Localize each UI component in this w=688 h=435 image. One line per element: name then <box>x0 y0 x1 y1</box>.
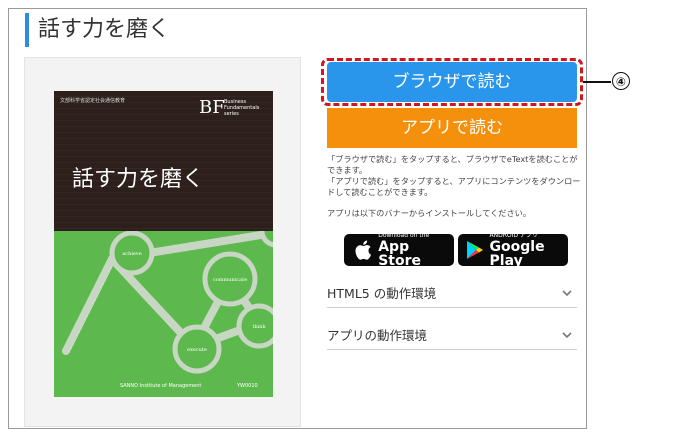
circle-label-execute: execute <box>187 347 207 353</box>
callout-highlight <box>321 58 583 106</box>
google-play-big-text: Google Play <box>489 238 545 269</box>
apple-icon <box>352 239 373 261</box>
instruction-app: 「アプリで読む」をタップすると、アプリにコンテンツをダウンロードして読むことがで… <box>327 176 581 197</box>
cover-series-name: Business Fundamentals series <box>224 99 260 117</box>
accordion-app-environment[interactable]: アプリの動作環境 <box>327 327 577 350</box>
accordion-html5-environment[interactable]: HTML5 の動作環境 <box>327 285 577 308</box>
cover-series-logo: BF <box>199 97 225 118</box>
chevron-down-icon <box>562 290 572 297</box>
chevron-down-icon <box>562 332 572 339</box>
book-cover: achieve communicate think execute 文部科学省認… <box>54 91 273 397</box>
circle-label-think: think <box>252 324 266 330</box>
cover-title: 話す力を磨く <box>72 167 205 192</box>
instruction-install: アプリは以下のバナーからインストールしてください。 <box>327 208 532 218</box>
cover-network-graphic: achieve communicate think execute <box>62 231 273 374</box>
cover-footer-right: YW0010 <box>237 383 258 389</box>
accordion-label: アプリの動作環境 <box>327 328 428 343</box>
callout-number: ④ <box>612 72 630 90</box>
callout-leader-line <box>583 81 611 83</box>
circle-label-achieve: achieve <box>122 251 141 257</box>
cover-footer-left: SANNO Institute of Management <box>120 383 202 389</box>
cover-panel: achieve communicate think execute 文部科学省認… <box>24 57 301 427</box>
google-play-badge[interactable]: ANDROID アプリ Google Play <box>458 231 568 269</box>
accordion-label: HTML5 の動作環境 <box>327 286 437 301</box>
circle-label-communicate: communicate <box>213 277 247 283</box>
cover-publisher-line: 文部科学省認定社会通信教育 <box>60 98 126 104</box>
app-store-big-text: App Store <box>378 238 422 269</box>
instructions: 「ブラウザで読む」をタップすると、ブラウザでeTextを読むことができます。 「… <box>327 154 582 198</box>
instruction-browser: 「ブラウザで読む」をタップすると、ブラウザでeTextを読むことができます。 <box>327 154 578 175</box>
google-play-small-text: ANDROID アプリ <box>489 231 538 239</box>
read-in-app-button[interactable]: アプリで読む <box>327 108 577 148</box>
app-store-small-text: Download on the <box>378 231 430 239</box>
page-title: 話す力を磨く <box>25 13 170 47</box>
google-play-icon <box>466 239 485 261</box>
app-store-badge[interactable]: Download on the App Store <box>344 231 454 269</box>
